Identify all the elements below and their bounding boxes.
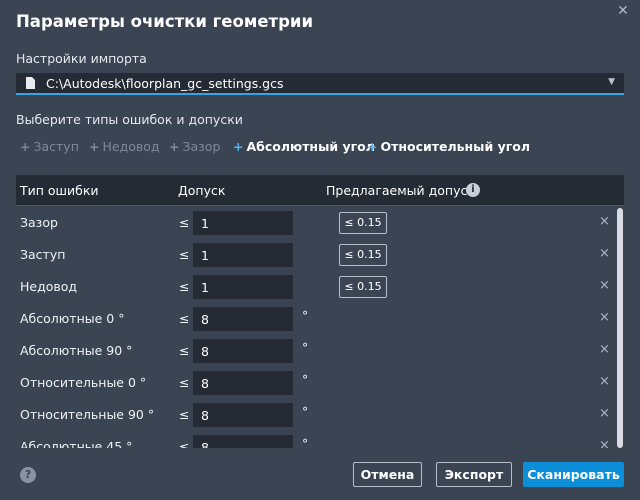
- remove-row-icon[interactable]: ×: [599, 342, 610, 357]
- le-symbol: ≤: [179, 439, 190, 448]
- degree-unit: °: [302, 436, 309, 448]
- row-error-type: Недовод: [20, 279, 78, 294]
- row-error-type: Относительные 90 °: [20, 407, 155, 422]
- tolerance-input[interactable]: 1: [193, 243, 293, 267]
- file-path-value: C:\Autodesk\floorplan_gc_settings.gcs: [46, 76, 284, 91]
- le-symbol: ≤: [179, 407, 190, 422]
- table-row: Заступ ≤ 1 ≤ 0.15 ×: [16, 238, 616, 270]
- tolerance-input[interactable]: 1: [193, 275, 293, 299]
- row-error-type: Относительные 0 °: [20, 375, 147, 390]
- geometry-cleanup-dialog: Параметры очистки геометрии ✕ Настройки …: [0, 0, 640, 500]
- degree-unit: °: [302, 340, 309, 355]
- error-types-label: Выберите типы ошибок и допуски: [16, 112, 243, 127]
- suggested-tolerance-button[interactable]: ≤ 0.15: [339, 212, 387, 234]
- row-error-type: Абсолютные 0 °: [20, 311, 125, 326]
- table-row: Абсолютные 45 ° ≤ 8 ° ×: [16, 430, 616, 448]
- table-row: Недовод ≤ 1 ≤ 0.15 ×: [16, 270, 616, 302]
- table-row: Относительные 0 ° ≤ 8 ° ×: [16, 366, 616, 398]
- remove-row-icon[interactable]: ×: [599, 374, 610, 389]
- table-header: Тип ошибки Допуск Предлагаемый допуск i: [16, 175, 624, 206]
- degree-unit: °: [302, 372, 309, 387]
- remove-row-icon[interactable]: ×: [599, 406, 610, 421]
- import-settings-label: Настройки импорта: [16, 51, 147, 66]
- row-error-type: Абсолютные 90 °: [20, 343, 133, 358]
- tolerance-input[interactable]: 8: [193, 403, 293, 427]
- tolerance-input[interactable]: 8: [193, 371, 293, 395]
- export-button[interactable]: Экспорт: [436, 462, 512, 487]
- scan-button[interactable]: Сканировать: [523, 462, 624, 487]
- le-symbol: ≤: [179, 279, 190, 294]
- tolerance-input[interactable]: 8: [193, 435, 293, 448]
- le-symbol: ≤: [179, 311, 190, 326]
- help-icon[interactable]: ?: [20, 467, 36, 483]
- suggested-tolerance-button[interactable]: ≤ 0.15: [339, 276, 387, 298]
- table-row: Относительные 90 ° ≤ 8 ° ×: [16, 398, 616, 430]
- table-row: Абсолютные 0 ° ≤ 8 ° ×: [16, 302, 616, 334]
- degree-unit: °: [302, 404, 309, 419]
- file-icon: [26, 77, 35, 89]
- table-row: Зазор ≤ 1 ≤ 0.15 ×: [16, 206, 616, 238]
- close-icon[interactable]: ✕: [616, 4, 630, 18]
- cancel-button[interactable]: Отмена: [353, 462, 422, 487]
- import-file-select[interactable]: C:\Autodesk\floorplan_gc_settings.gcs ▼: [16, 73, 624, 95]
- remove-row-icon[interactable]: ×: [599, 246, 610, 261]
- header-tolerance: Допуск: [178, 183, 226, 198]
- add-relative-angle-button[interactable]: + Относительный угол: [367, 139, 530, 154]
- tolerance-input[interactable]: 8: [193, 339, 293, 363]
- add-overlap-button[interactable]: + Заступ: [20, 139, 79, 154]
- header-suggested-tolerance: Предлагаемый допуск: [326, 183, 475, 198]
- le-symbol: ≤: [179, 375, 190, 390]
- add-absolute-angle-button[interactable]: + Абсолютный угол: [233, 139, 375, 154]
- le-symbol: ≤: [179, 215, 190, 230]
- header-error-type: Тип ошибки: [20, 183, 99, 198]
- row-error-type: Зазор: [20, 215, 58, 230]
- le-symbol: ≤: [179, 343, 190, 358]
- row-error-type: Абсолютные 45 °: [20, 439, 133, 448]
- table-scrollbar-thumb[interactable]: [617, 208, 623, 448]
- remove-row-icon[interactable]: ×: [599, 438, 610, 448]
- tolerance-table: Тип ошибки Допуск Предлагаемый допуск i …: [16, 175, 624, 448]
- caret-down-icon[interactable]: ▼: [608, 77, 615, 87]
- suggested-tolerance-button[interactable]: ≤ 0.15: [339, 244, 387, 266]
- tolerance-input[interactable]: 8: [193, 307, 293, 331]
- degree-unit: °: [302, 308, 309, 323]
- remove-row-icon[interactable]: ×: [599, 214, 610, 229]
- add-gap-button[interactable]: + Зазор: [169, 139, 220, 154]
- remove-row-icon[interactable]: ×: [599, 278, 610, 293]
- tolerance-input[interactable]: 1: [193, 211, 293, 235]
- add-undershoot-button[interactable]: + Недовод: [89, 139, 160, 154]
- dialog-title: Параметры очистки геометрии: [16, 12, 313, 31]
- info-icon[interactable]: i: [466, 183, 480, 197]
- table-row: Абсолютные 90 ° ≤ 8 ° ×: [16, 334, 616, 366]
- remove-row-icon[interactable]: ×: [599, 310, 610, 325]
- le-symbol: ≤: [179, 247, 190, 262]
- row-error-type: Заступ: [20, 247, 66, 262]
